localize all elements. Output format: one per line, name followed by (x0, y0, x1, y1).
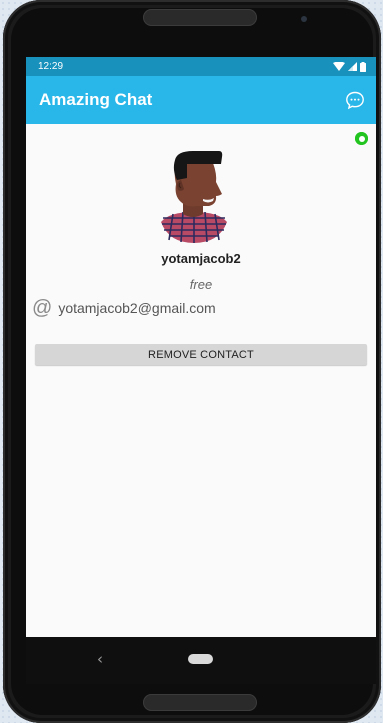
app-title: Amazing Chat (39, 90, 153, 109)
remove-contact-button[interactable]: REMOVE CONTACT (35, 344, 367, 365)
user-status: free (189, 277, 213, 292)
email-address: yotamjacob2@gmail.com (58, 300, 216, 316)
status-bar: 12:29 (26, 57, 376, 76)
top-speaker (143, 9, 257, 26)
bottom-speaker (143, 694, 257, 711)
wifi-icon (333, 62, 345, 71)
battery-icon (360, 61, 366, 72)
chat-bubble-icon[interactable] (344, 89, 366, 111)
profile-content: yotamjacob2 free @ yotamjacob2@gmail.com… (26, 124, 376, 637)
at-icon: @ (32, 297, 53, 319)
app-bar: Amazing Chat (26, 76, 376, 124)
status-time: 12:29 (38, 61, 64, 72)
navigation-bar: ‹ (26, 637, 376, 684)
device-screen: 12:29 Amazing Chat yotamjacob2 free @ yo… (26, 57, 376, 637)
signal-icon (348, 62, 357, 71)
home-icon[interactable] (188, 654, 213, 664)
status-icons (333, 61, 366, 72)
username: yotamjacob2 (161, 251, 241, 266)
email-row: @ yotamjacob2@gmail.com (32, 298, 216, 318)
avatar (161, 151, 227, 243)
back-icon[interactable]: ‹ (97, 650, 103, 668)
front-camera (301, 16, 307, 22)
online-status-indicator (355, 132, 368, 145)
